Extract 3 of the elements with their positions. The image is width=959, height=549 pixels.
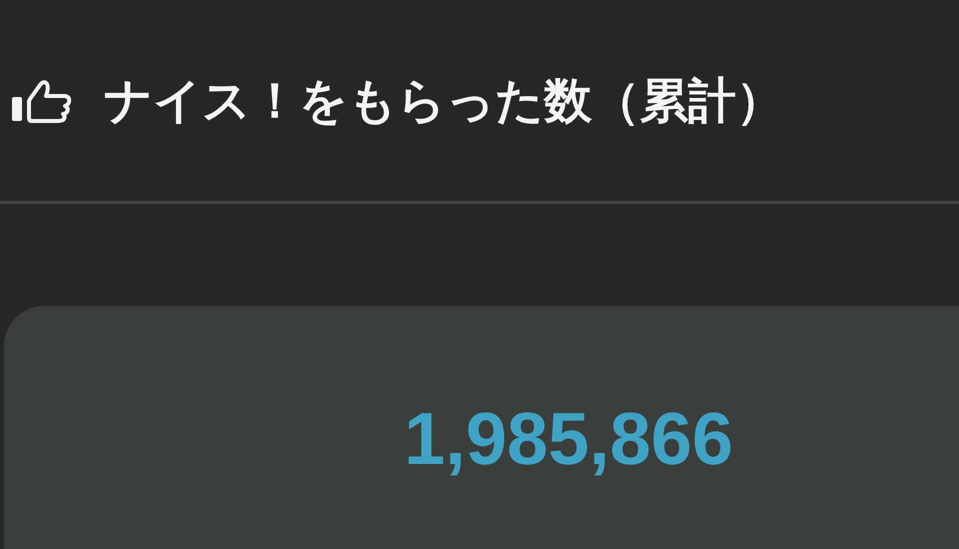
thumbs-up-icon xyxy=(10,78,74,122)
count-value: 1,985,866 xyxy=(404,396,734,481)
section-title: ナイス！をもらった数（累計） xyxy=(104,74,784,130)
